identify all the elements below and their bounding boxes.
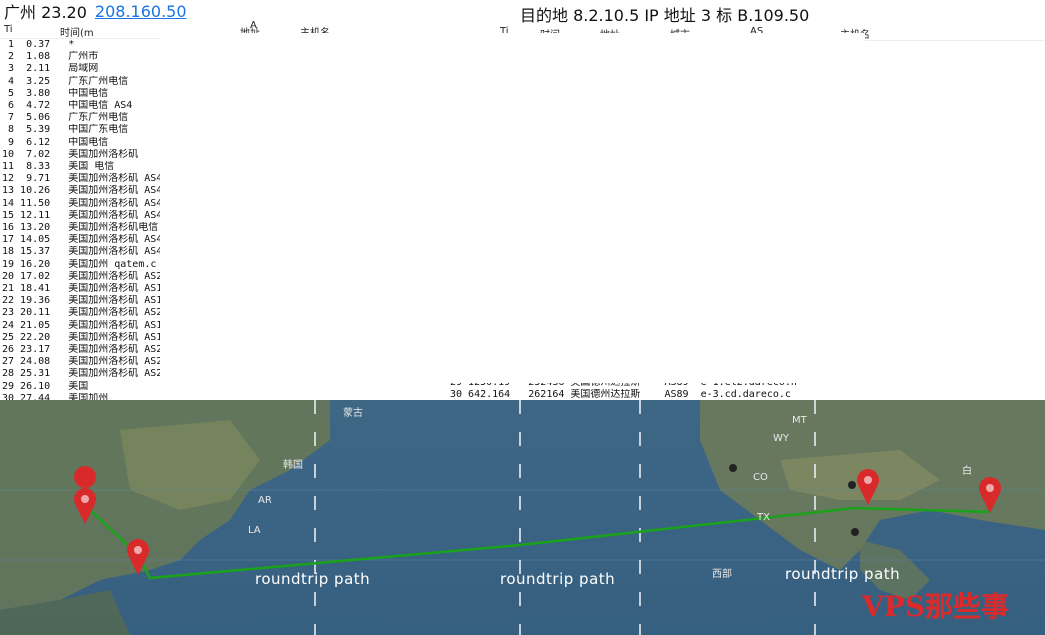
- blank-overlay: [160, 33, 865, 383]
- right-window-title: 目的地 8.2.10.5 IP 地址 3 标 B.109.50: [330, 0, 1045, 25]
- map-label: TX: [757, 512, 770, 523]
- city-dot: [729, 464, 737, 472]
- col-time[interactable]: 时间(m: [60, 24, 94, 39]
- col-as[interactable]: A: [250, 20, 257, 31]
- left-title-prefix: 广州 23.20: [4, 3, 87, 22]
- target-ip-link[interactable]: 208.160.50: [95, 2, 187, 21]
- map-label: LA: [248, 525, 261, 536]
- map-label: WY: [773, 433, 789, 444]
- map-caption: roundtrip path: [255, 570, 371, 588]
- map-label: 西部: [712, 569, 732, 580]
- col-hop[interactable]: Ti: [4, 24, 13, 35]
- city-dot: [848, 481, 856, 489]
- map-caption: roundtrip path: [500, 570, 616, 588]
- map-label: MT: [792, 415, 807, 426]
- map-label: CO: [753, 472, 768, 483]
- map-label: 韩国: [283, 460, 303, 471]
- map-label: 白: [962, 466, 972, 477]
- watermark-logo: VPS那些事: [862, 590, 1010, 623]
- map-caption: roundtrip path: [785, 565, 901, 583]
- hop-row[interactable]: 30 642.164 262164 美国德州达拉斯 AS89 e-3.cd.da…: [450, 389, 1045, 400]
- map-label: 蒙古: [343, 408, 363, 419]
- city-dot: [851, 528, 859, 536]
- map-label: AR: [258, 495, 272, 506]
